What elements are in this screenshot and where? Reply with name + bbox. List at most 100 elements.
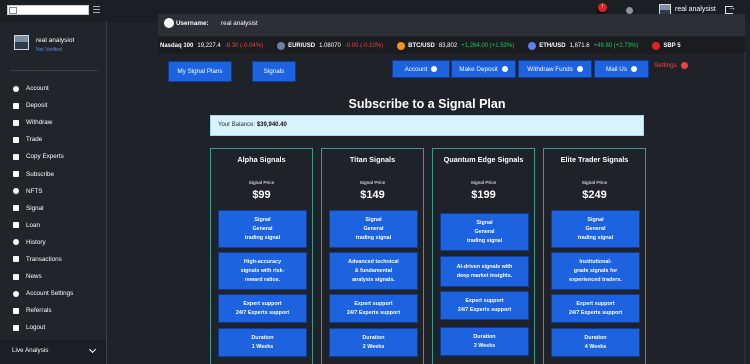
plan-feature-support[interactable]: Expert support 24/7 Experts support [329, 294, 418, 323]
sidebar-item-label: History [26, 238, 46, 246]
transactions-icon [13, 256, 19, 263]
ticker-item[interactable]: BTC/USD 83,802 +1,264.00 (+1.53%) [397, 41, 515, 50]
signals-button[interactable]: Signals [252, 61, 296, 82]
sidebar-item-withdraw[interactable]: Withdraw [0, 114, 106, 131]
history-icon [13, 239, 19, 246]
settings-icon [13, 290, 19, 297]
ticker-change: +49.80 (+2.73%) [593, 42, 639, 49]
plan-feature-signal[interactable]: Signal General trading signal [218, 210, 307, 248]
ticker-price: 1,871.6 [569, 42, 590, 49]
greeting-bar: Username: real analysist [158, 14, 745, 36]
sidebar-item-logout[interactable]: Logout [0, 319, 106, 336]
button-label: Mail Us [606, 65, 627, 73]
chevron-down-icon [88, 345, 97, 354]
plan-price: $199 [471, 189, 496, 201]
page-title: Subscribe to a Signal Plan [348, 97, 506, 111]
plan-feature-signal[interactable]: Signal General trading signal [329, 210, 418, 248]
subscribe-icon [13, 171, 19, 178]
plan-feature-description[interactable]: Advanced technical & fundamental analysis … [329, 252, 418, 290]
diamond-icon [13, 188, 19, 195]
sidebar-username: real analysiot [36, 37, 75, 44]
make-deposit-button[interactable]: Make Deposit [451, 60, 516, 78]
sidebar-item-label: Transactions [26, 255, 62, 263]
divider [10, 70, 98, 71]
menu-toggle-icon[interactable] [93, 6, 100, 13]
live-analysis-toggle[interactable]: Live Analysis [0, 340, 106, 364]
ticker-change: -8.30 (-0.04%) [224, 42, 264, 49]
ethereum-icon [528, 41, 537, 50]
sidebar-item-label: NFTS [26, 187, 43, 195]
market-ticker[interactable]: Nasdaq 100 19,227.4 -8.30 (-0.04%) EUR/U… [158, 37, 745, 54]
greeting-username: real analysist [221, 20, 258, 27]
sidebar-item-transactions[interactable]: Transactions [0, 251, 106, 268]
mail-us-button[interactable]: Mail Us [594, 60, 649, 78]
balance-value: $39,940.40 [256, 122, 287, 128]
ticker-item[interactable]: SBP 5 [652, 41, 684, 50]
dollar-icon [13, 102, 19, 109]
button-label: My Signal Plans [177, 68, 223, 75]
plan-name: Quantum Edge Signals [443, 155, 524, 164]
plan-feature-support[interactable]: Expert support 24/7 Experts support [440, 291, 529, 320]
button-label: Account [404, 65, 428, 73]
ticker-item[interactable]: EUR/USD 1.08070 -0.00 (-0.10%) [277, 41, 384, 50]
sidebar-item-deposit[interactable]: Deposit [0, 97, 106, 114]
sidebar: real analysiot Not Verified Account Depo… [0, 22, 107, 364]
ticker-price: 1.08070 [319, 42, 341, 49]
sidebar-item-referrals[interactable]: Referrals [0, 302, 106, 319]
dollar-icon [501, 66, 508, 72]
sidebar-item-account[interactable]: Account [0, 80, 106, 97]
ticker-price: 19,227.4 [197, 42, 221, 49]
plans-grid: Alpha Signals Signal Price $99 Signal Gen… [210, 148, 646, 364]
chat-icon[interactable] [626, 7, 633, 14]
notification-badge: ! [598, 3, 607, 12]
plan-feature-duration[interactable]: Duration 2 Weeks [329, 328, 418, 357]
sidebar-item-trade[interactable]: Trade [0, 131, 106, 148]
loan-icon [13, 222, 19, 229]
plan-feature-duration[interactable]: Duration 3 Weeks [440, 327, 529, 356]
plan-price-label: Signal Price [248, 181, 275, 186]
sidebar-item-nfts[interactable]: NFTS [0, 183, 106, 200]
plan-feature-description[interactable]: High-accuracy signals with risk-reward ra… [218, 252, 307, 290]
plan-price: $99 [252, 189, 271, 201]
news-icon [13, 273, 19, 280]
sidebar-avatar [14, 35, 29, 50]
settings-link[interactable]: Settings [654, 62, 688, 69]
sidebar-item-history[interactable]: History [0, 234, 106, 251]
plan-feature-description[interactable]: Institutional-grade signals for experienc… [551, 252, 640, 290]
withdraw-funds-button[interactable]: Withdraw Funds [518, 60, 592, 78]
account-button[interactable]: Account [392, 60, 450, 78]
logout-icon[interactable] [725, 3, 736, 14]
button-label: Withdraw Funds [527, 65, 573, 73]
bitcoin-icon [397, 41, 406, 50]
plan-feature-support[interactable]: Expert support 24/7 Experts support [551, 294, 640, 323]
ticker-change: -0.00 (-0.10%) [344, 42, 384, 49]
sidebar-item-subscribe[interactable]: Subscribe [0, 165, 106, 182]
plan-feature-description[interactable]: AI-driven signals with deep market insigh… [440, 256, 529, 287]
ticker-name: EUR/USD [288, 42, 316, 49]
plan-price-label: Signal Price [359, 181, 386, 186]
plan-price: $149 [360, 189, 385, 201]
plan-feature-signal[interactable]: Signal General trading signal [440, 213, 529, 251]
sidebar-item-news[interactable]: News [0, 268, 106, 285]
sidebar-item-label: Withdraw [26, 119, 53, 127]
plan-card: Quantum Edge Signals Signal Price $199 S… [432, 148, 535, 364]
scrollbar[interactable] [744, 52, 746, 364]
top-username[interactable]: real analysist [675, 6, 716, 13]
sidebar-item-account-settings[interactable]: Account Settings [0, 285, 106, 302]
my-signal-plans-button[interactable]: My Signal Plans [168, 61, 232, 82]
signal-icon [13, 205, 19, 212]
ticker-item[interactable]: ETH/USD 1,871.6 +49.80 (+2.73%) [528, 41, 639, 50]
ticker-price: 83,802 [438, 42, 458, 49]
plan-feature-duration[interactable]: Duration 1 Weeks [218, 328, 307, 357]
sidebar-item-signal[interactable]: Signal [0, 200, 106, 217]
plan-feature-signal[interactable]: Signal General trading signal [551, 210, 640, 248]
plan-feature-support[interactable]: Expert support 24/7 Experts support [218, 294, 307, 323]
ticker-item[interactable]: Nasdaq 100 19,227.4 -8.30 (-0.04%) [160, 43, 263, 49]
sidebar-item-copy-experts[interactable]: Copy Experts [0, 148, 106, 165]
ticker-change: +1,264.00 (+1.53%) [461, 42, 515, 49]
copy-icon [13, 153, 19, 160]
plan-feature-duration[interactable]: Duration 4 Weeks [551, 328, 640, 357]
sidebar-item-loan[interactable]: Loan [0, 217, 106, 234]
logo-image[interactable] [7, 5, 89, 15]
sidebar-nav: Account Deposit Withdraw Trade Copy Expe… [0, 80, 106, 336]
